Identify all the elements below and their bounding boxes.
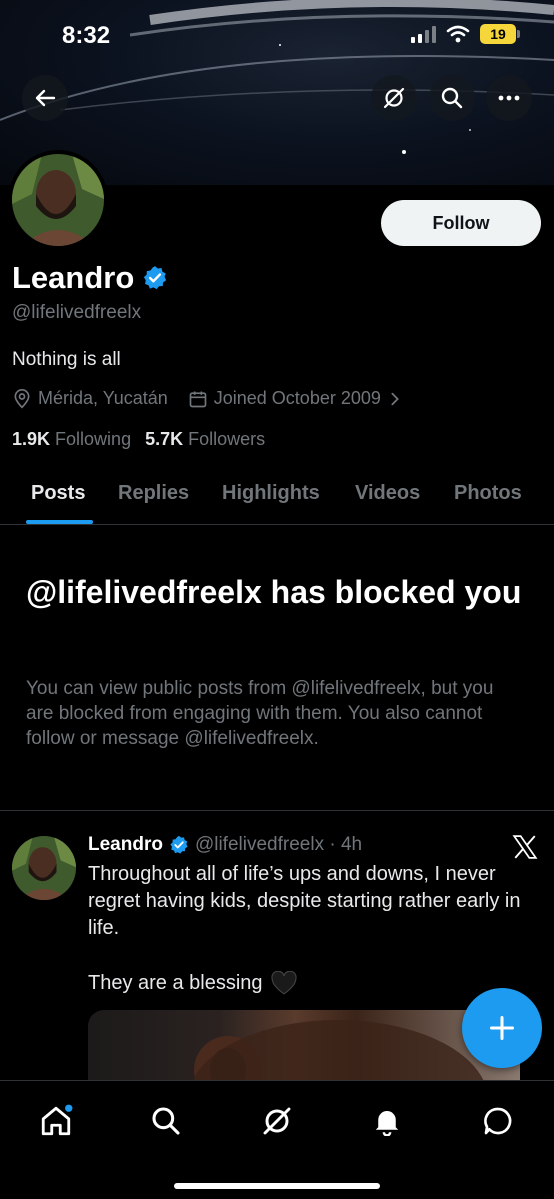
profile-avatar[interactable] bbox=[8, 150, 108, 250]
search-icon bbox=[441, 87, 463, 109]
profile-handle: @lifelivedfreelx bbox=[12, 302, 142, 323]
tweet-text-2-content: They are a blessing bbox=[88, 971, 263, 994]
verified-icon[interactable] bbox=[142, 265, 168, 291]
more-button[interactable] bbox=[486, 75, 532, 121]
followers-count: 5.7K bbox=[145, 429, 184, 449]
avatar bbox=[12, 836, 76, 900]
wifi-icon bbox=[446, 25, 470, 43]
search-icon bbox=[152, 1107, 180, 1135]
nav-notifications[interactable] bbox=[367, 1101, 407, 1141]
compose-plus-icon bbox=[489, 1015, 515, 1041]
location-icon bbox=[14, 388, 30, 409]
tab-posts[interactable]: Posts bbox=[31, 482, 85, 505]
profile-name-text: Leandro bbox=[12, 260, 135, 295]
grok-button[interactable] bbox=[371, 75, 417, 121]
profile-name: Leandro bbox=[12, 260, 168, 296]
blocked-title: @lifelivedfreelx has blocked you bbox=[26, 574, 522, 610]
nav-grok[interactable] bbox=[257, 1101, 297, 1141]
tweet-header: Leandro @lifelivedfreelx · 4h bbox=[88, 834, 362, 856]
status-icons: 19 bbox=[411, 24, 520, 44]
tweet-author-name[interactable]: Leandro bbox=[88, 834, 163, 856]
follow-button[interactable]: Follow bbox=[381, 200, 541, 246]
nav-search[interactable] bbox=[146, 1101, 186, 1141]
profile-bio: Nothing is all bbox=[12, 349, 121, 370]
calendar-icon bbox=[189, 391, 207, 407]
x-logo-icon[interactable] bbox=[512, 834, 538, 860]
divider bbox=[0, 810, 554, 811]
black-heart-icon bbox=[270, 971, 297, 995]
bottom-nav bbox=[0, 1080, 554, 1199]
tab-videos[interactable]: Videos bbox=[355, 482, 420, 505]
media-photo bbox=[191, 1020, 485, 1082]
cellular-signal-icon bbox=[411, 25, 436, 43]
status-time: 8:32 bbox=[62, 22, 111, 49]
home-icon bbox=[41, 1104, 73, 1136]
tab-highlights[interactable]: Highlights bbox=[222, 482, 320, 505]
following-label: Following bbox=[55, 429, 132, 449]
tweet-avatar[interactable] bbox=[12, 836, 76, 900]
active-tab-indicator bbox=[26, 520, 93, 524]
grok-icon bbox=[263, 1107, 291, 1135]
more-icon bbox=[498, 95, 520, 101]
blocked-text: You can view public posts from @lifelive… bbox=[26, 678, 494, 749]
tweet-media-image[interactable] bbox=[88, 1010, 520, 1082]
followers-link[interactable]: 5.7K Followers bbox=[145, 429, 265, 450]
profile-joined: Joined October 2009 bbox=[213, 388, 381, 408]
profile-meta: Mérida, Yucatán Joined October 2009 bbox=[12, 388, 403, 409]
messages-icon bbox=[484, 1107, 512, 1135]
nav-home[interactable] bbox=[36, 1101, 76, 1141]
grok-icon bbox=[383, 87, 405, 109]
notifications-icon bbox=[375, 1111, 399, 1136]
profile-counts: 1.9K Following 5.7K Followers bbox=[12, 429, 265, 450]
following-count: 1.9K bbox=[12, 429, 51, 449]
profile-tabs: Posts Replies Highlights Videos Photos bbox=[0, 468, 554, 525]
tweet-text-2: They are a blessing bbox=[88, 971, 297, 995]
following-link[interactable]: 1.9K Following bbox=[12, 429, 131, 450]
tab-replies[interactable]: Replies bbox=[118, 482, 189, 505]
chevron-right-icon[interactable] bbox=[387, 391, 403, 407]
profile-location: Mérida, Yucatán bbox=[38, 388, 168, 408]
tweet-handle-time: @lifelivedfreelx · 4h bbox=[194, 834, 363, 855]
home-indicator[interactable] bbox=[174, 1183, 380, 1189]
avatar bbox=[12, 154, 104, 246]
tab-photos[interactable]: Photos bbox=[454, 482, 522, 505]
back-button[interactable] bbox=[22, 75, 68, 121]
battery-icon: 19 bbox=[480, 24, 520, 44]
verified-icon bbox=[170, 835, 188, 854]
tweet-text: Throughout all of life’s ups and downs, … bbox=[88, 863, 521, 939]
compose-button[interactable] bbox=[462, 988, 542, 1068]
search-button[interactable] bbox=[429, 75, 475, 121]
followers-label: Followers bbox=[188, 429, 266, 449]
nav-messages[interactable] bbox=[478, 1101, 518, 1141]
back-arrow-icon bbox=[35, 89, 56, 107]
